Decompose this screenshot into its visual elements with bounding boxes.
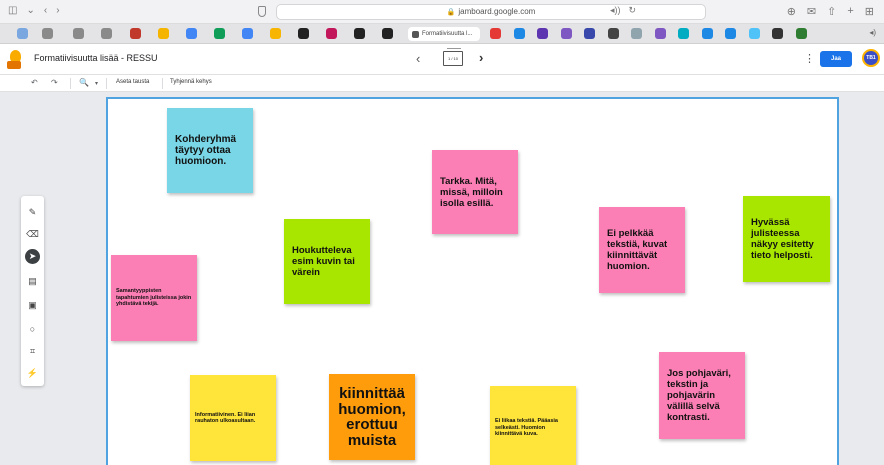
bookmark-favicon-icon[interactable] [130,28,142,39]
share-button[interactable]: Jaa [820,51,852,67]
bookmark-favicon-icon[interactable] [354,28,366,39]
sticky-note-icon[interactable]: ▤ [25,274,40,289]
bookmark-favicon-icon[interactable] [270,28,282,39]
avatar-initials: TB1 [866,55,876,61]
browser-nav: ◫ ⌄ ‹ › [8,5,60,17]
more-options-icon[interactable]: ⋮ [804,52,815,65]
toolbar-divider [70,78,71,89]
jamboard-header: Formatiivisuutta lisää - RESSU ‹ 1 / 10 … [0,44,884,75]
address-text: jamboard.google.com [458,7,536,16]
avatar[interactable]: TB1 [862,49,880,67]
pen-icon[interactable]: ✎ [25,205,40,220]
eraser-icon[interactable]: ⌫ [25,227,40,242]
image-icon[interactable]: ▣ [25,298,40,313]
lock-icon: 🔒 [446,9,456,16]
shape-icon[interactable]: ○ [25,322,40,337]
select-icon[interactable]: ➤ [25,249,40,264]
tab-bar: Formatiivisuutta l... ◂) [0,24,884,44]
privacy-shield-icon[interactable] [258,6,266,17]
bookmark-favicon-icon[interactable] [186,28,198,39]
undo-icon[interactable]: ↶ [31,78,38,87]
bookmark-favicon-icon[interactable] [513,28,525,39]
laser-icon[interactable]: ⚡ [25,366,40,381]
bookmark-favicon-icon[interactable] [701,28,713,39]
sidebar-toggle-icon[interactable]: ◫ [8,5,17,17]
next-frame-button[interactable]: › [479,50,483,65]
bookmark-favicon-icon[interactable] [748,28,760,39]
frame-bar-button[interactable]: 1 / 10 [443,48,463,66]
share-label: Jaa [830,56,841,62]
bookmark-favicon-icon[interactable] [158,28,170,39]
sticky-note[interactable]: Tarkka. Mitä, missä, milloin isolla esil… [432,150,518,234]
reader-icon[interactable]: ✉ [807,5,816,18]
sticky-note[interactable]: Kohderyhmä täytyy ottaa huomioon. [167,108,253,193]
share-icon[interactable]: ⇧ [827,5,836,18]
bookmark-favicon-icon[interactable] [72,28,84,39]
clear-frame-button[interactable]: Tyhjennä kehys [170,79,212,85]
bookmark-favicon-icon[interactable] [560,28,572,39]
edit-toolbar: ↶ ↷ 🔍 ▾ Aseta tausta Tyhjennä kehys [0,75,884,92]
sticky-note[interactable]: Ei pelkkää tekstiä, kuvat kiinnittävät h… [599,207,685,293]
bookmark-favicon-icon[interactable] [584,28,595,39]
bookmark-favicon-icon[interactable] [214,28,226,39]
bookmark-favicon-icon[interactable] [298,28,310,39]
reload-icon[interactable]: ↻ [629,5,637,16]
jamboard-logo[interactable] [7,50,21,69]
download-icon[interactable]: ⊕ [787,5,796,18]
browser-toolbar: ◫ ⌄ ‹ › 🔒 jamboard.google.com ◂)) ↻ ⊕ ✉ ⇧… [0,0,884,24]
sticky-note[interactable]: kiinnittää huomion, erottuu muista [329,374,415,460]
bookmark-favicon-icon[interactable] [678,28,689,39]
toolbar-divider [106,78,107,89]
text-box-icon[interactable]: ⌗ [25,344,40,359]
document-title[interactable]: Formatiivisuutta lisää - RESSU [34,53,158,63]
sticky-note[interactable]: Informatiivinen. Ei liian rauhaton ulkoa… [190,375,276,461]
bookmark-favicon-icon[interactable] [326,28,338,39]
bookmark-favicon-icon[interactable] [382,28,394,39]
bookmark-favicon-icon[interactable] [490,28,501,39]
browser-actions: ⊕ ✉ ⇧ + ⊞ [787,5,874,18]
new-tab-icon[interactable]: + [847,5,853,18]
bookmark-favicon-icon[interactable] [16,28,28,39]
sticky-note[interactable]: Jos pohjaväri, tekstin ja pohjavärin väl… [659,352,745,439]
toolbar-divider [162,78,163,89]
bookmark-favicon-icon[interactable] [772,28,783,39]
bookmark-favicon-icon[interactable] [537,28,548,39]
whiteboard-canvas[interactable]: Kohderyhmä täytyy ottaa huomioon. Tarkka… [106,97,839,465]
bookmark-favicon-icon[interactable] [725,28,736,39]
frame-counter: 1 / 10 [447,56,458,61]
previous-frame-button[interactable]: ‹ [416,51,420,66]
sticky-note[interactable]: Ei liikaa tekstiä. Pääasia selkeästi. Hu… [490,386,576,465]
zoom-icon[interactable]: 🔍 [79,78,89,87]
bookmark-favicon-icon[interactable] [242,28,254,39]
tab-overview-icon[interactable]: ⊞ [865,5,874,18]
sticky-note[interactable]: Houkutteleva esim kuvin tai värein [284,219,370,304]
bookmark-favicon-icon[interactable] [100,28,112,39]
bookmark-favicon-icon[interactable] [631,28,642,39]
audio-icon[interactable]: ◂)) [610,5,621,16]
bookmark-favicon-icon[interactable] [42,28,53,39]
address-tools: ◂)) ↻ [610,5,636,16]
set-background-button[interactable]: Aseta tausta [116,79,149,85]
sticky-note[interactable]: Samantyyppisten tapahtumien julisteissa … [111,255,197,341]
tool-panel: ✎ ⌫ ➤ ▤ ▣ ○ ⌗ ⚡ [21,196,44,386]
bookmark-favicon-icon[interactable] [607,28,619,39]
forward-icon[interactable]: › [56,5,59,17]
back-icon[interactable]: ‹ [44,5,47,17]
zoom-dropdown-icon[interactable]: ▾ [95,80,98,87]
bookmark-favicon-icon[interactable] [654,28,666,39]
tab-active[interactable]: Formatiivisuutta l... [408,27,480,41]
sticky-note[interactable]: Hyvässä julisteessa näkyy esitetty tieto… [743,196,830,282]
chevron-down-icon[interactable]: ⌄ [26,5,34,17]
bookmark-favicon-icon[interactable] [795,28,807,39]
redo-icon[interactable]: ↷ [51,78,58,87]
address-bar[interactable]: 🔒 jamboard.google.com [276,4,706,20]
tab-audio-icon[interactable]: ◂) [869,28,876,37]
